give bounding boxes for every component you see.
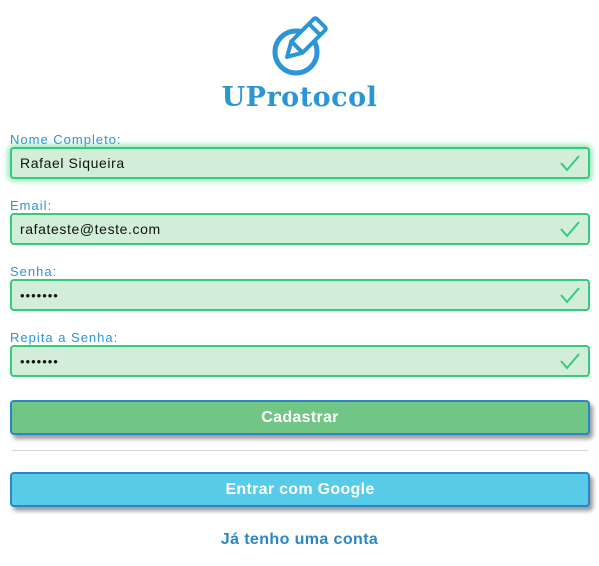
password-input-box[interactable] — [10, 279, 590, 311]
logo: UProtocol — [0, 14, 599, 113]
repeat-password-field: Repita a Senha: — [10, 331, 590, 377]
check-icon — [560, 221, 580, 238]
full-name-input[interactable] — [12, 155, 548, 171]
google-login-button[interactable]: Entrar com Google — [10, 472, 590, 507]
check-icon — [560, 287, 580, 304]
password-label: Senha: — [10, 264, 58, 279]
password-input[interactable] — [12, 287, 548, 303]
password-field: Senha: — [10, 265, 590, 311]
full-name-label: Nome Completo: — [10, 132, 122, 147]
full-name-field: Nome Completo: — [10, 133, 590, 179]
email-label: Email: — [10, 198, 53, 213]
pencil-circle-icon — [272, 16, 328, 76]
login-link[interactable]: Já tenho uma conta — [0, 531, 599, 549]
repeat-password-label: Repita a Senha: — [10, 330, 119, 345]
full-name-input-box[interactable] — [10, 147, 590, 179]
repeat-password-input[interactable] — [12, 353, 548, 369]
email-input-box[interactable] — [10, 213, 590, 245]
register-button[interactable]: Cadastrar — [10, 400, 590, 435]
email-input[interactable] — [12, 221, 548, 237]
check-icon — [560, 155, 580, 172]
repeat-password-input-box[interactable] — [10, 345, 590, 377]
brand-name: UProtocol — [221, 82, 378, 113]
divider — [12, 450, 588, 451]
check-icon — [560, 353, 580, 370]
email-field: Email: — [10, 199, 590, 245]
